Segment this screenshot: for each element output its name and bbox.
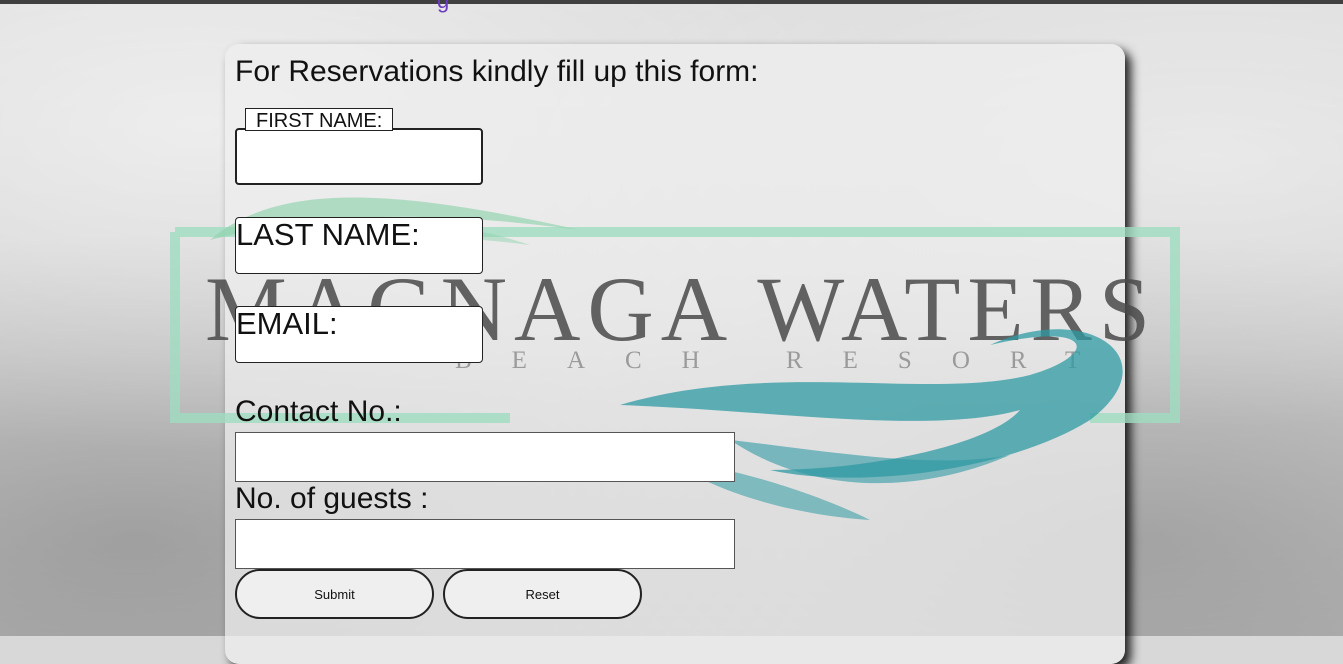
email-field[interactable]: EMAIL: — [235, 306, 483, 363]
nav-link[interactable]: g — [437, 0, 449, 14]
guests-input[interactable] — [235, 519, 735, 569]
form-title: For Reservations kindly fill up this for… — [235, 55, 759, 88]
first-name-field[interactable] — [235, 128, 483, 185]
contact-label: Contact No.: — [235, 395, 402, 428]
first-name-label: FIRST NAME: — [245, 108, 394, 132]
last-name-field[interactable]: LAST NAME: — [235, 217, 483, 274]
last-name-label: LAST NAME: — [236, 217, 420, 252]
submit-button[interactable]: Submit — [235, 569, 434, 619]
guests-label: No. of guests : — [235, 482, 429, 515]
top-border — [0, 0, 1343, 4]
email-label: EMAIL: — [236, 306, 338, 341]
contact-input[interactable] — [235, 432, 735, 482]
reset-button[interactable]: Reset — [443, 569, 642, 619]
